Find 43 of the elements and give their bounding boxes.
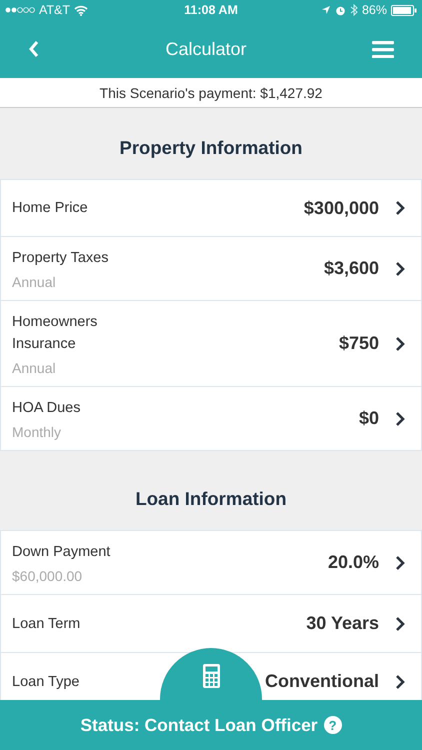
payment-text: This Scenario's payment: $1,427.92: [100, 84, 322, 100]
calculator-icon: [202, 664, 220, 688]
row-label: Loan Term: [12, 614, 82, 634]
alarm-icon: [334, 4, 346, 16]
battery-percent: 86%: [362, 3, 388, 17]
chevron-icon[interactable]: [395, 554, 405, 570]
signal-icon: [5, 6, 35, 14]
chevron-icon[interactable]: [395, 674, 405, 690]
row-label: Home Price: [12, 199, 89, 218]
window-title: Calculator: [165, 38, 247, 60]
row-sublabel: Monthly: [12, 424, 62, 440]
chevron-icon[interactable]: [395, 410, 405, 426]
carrier-name: AT&T: [39, 3, 70, 17]
row-sublabel: $60,000.00: [12, 568, 84, 584]
row-value: Conventional: [264, 671, 379, 692]
status-time: 11:08 AM: [184, 3, 238, 17]
row-label: Homeowners Insurance: [12, 313, 98, 354]
row-value: 20.0%: [328, 552, 379, 573]
row-value: $300,000: [304, 198, 379, 218]
section-title: Property Information: [118, 136, 304, 160]
bluetooth-icon: [350, 4, 358, 16]
battery-icon: [391, 4, 418, 16]
row-value: $0: [358, 408, 379, 429]
location-icon: [320, 5, 331, 15]
chevron-icon[interactable]: [395, 616, 405, 632]
row-label: Loan Type: [12, 672, 80, 692]
back-icon[interactable]: [28, 40, 40, 58]
row-label: HOA Dues: [12, 399, 82, 418]
chevron-icon[interactable]: [395, 336, 405, 352]
chevron-icon[interactable]: [395, 200, 405, 216]
chevron-icon[interactable]: [395, 260, 405, 276]
help-button[interactable]: ?: [324, 716, 342, 734]
row-sublabel: Annual: [12, 360, 57, 376]
row-value: $3,600: [324, 258, 379, 279]
section-title: Loan Information: [134, 487, 288, 511]
row-label: Property Taxes: [12, 249, 110, 268]
row-value: $750: [338, 333, 379, 354]
row-label: Down Payment: [12, 543, 112, 562]
menu-icon[interactable]: [372, 40, 394, 58]
status-text: Status: Contact Loan Officer: [80, 714, 318, 736]
row-value: 30 Years: [306, 613, 379, 634]
row-sublabel: Annual: [12, 274, 57, 290]
wifi-icon: [74, 4, 88, 16]
